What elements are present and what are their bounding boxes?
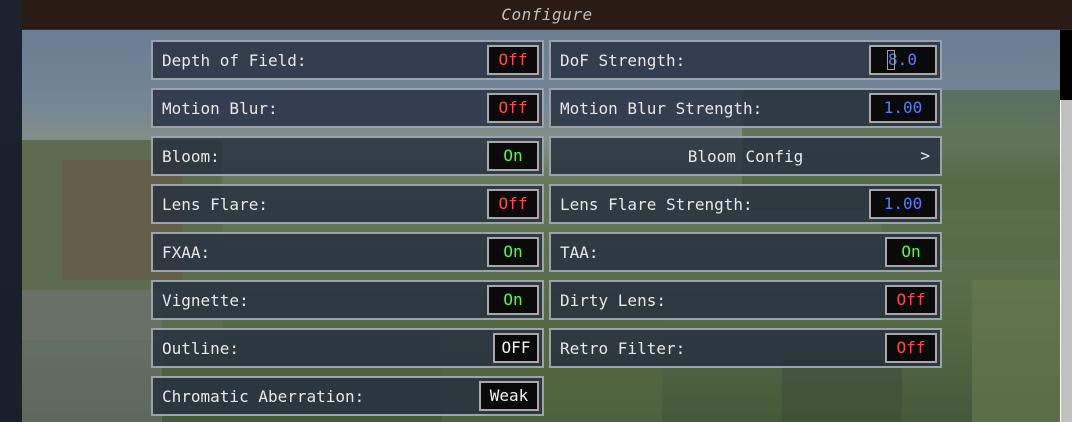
number-input[interactable]: 1.00 [869,93,937,123]
toggle-value[interactable]: On [487,141,539,171]
option-label: TAA: [560,243,599,262]
option-bloom[interactable]: Bloom: On [151,136,544,176]
button-label: Bloom Config [687,147,804,166]
toggle-value[interactable]: Off [487,45,539,75]
toggle-value[interactable]: Off [487,189,539,219]
option-motion-blur[interactable]: Motion Blur: Off [151,88,544,128]
option-vignette[interactable]: Vignette: On [151,280,544,320]
settings-screen: Configure Depth of Field: Off Motion Blu… [0,0,1072,422]
title-bar: Configure [22,0,1072,30]
option-label: Depth of Field: [162,51,307,70]
toggle-value[interactable]: On [885,237,937,267]
option-label: Dirty Lens: [560,291,666,310]
option-label: Lens Flare Strength: [560,195,753,214]
option-label: Retro Filter: [560,339,686,358]
toggle-value[interactable]: Off [885,285,937,315]
option-taa[interactable]: TAA: On [549,232,942,272]
option-lens-flare-strength[interactable]: Lens Flare Strength: 1.00 [549,184,942,224]
option-label: Vignette: [162,291,249,310]
option-label: Bloom: [162,147,220,166]
option-dirty-lens[interactable]: Dirty Lens: Off [549,280,942,320]
option-chromatic-aberration[interactable]: Chromatic Aberration: Weak [151,376,544,416]
option-label: DoF Strength: [560,51,686,70]
toggle-value[interactable]: OFF [493,333,539,363]
option-dof-strength[interactable]: DoF Strength: 8.0 [549,40,942,80]
select-value[interactable]: Weak [479,381,539,411]
left-edge-panel [0,0,22,422]
option-retro-filter[interactable]: Retro Filter: Off [549,328,942,368]
option-label: Outline: [162,339,240,358]
option-label: FXAA: [162,243,211,262]
toggle-value[interactable]: Off [487,93,539,123]
text-cursor [887,49,896,70]
toggle-value[interactable]: On [487,237,539,267]
toggle-value[interactable]: Off [885,333,937,363]
option-label: Chromatic Aberration: [162,387,365,406]
scrollbar-thumb[interactable] [1060,100,1072,422]
bloom-config-button[interactable]: Bloom Config > [549,136,942,176]
page-title: Configure [501,5,593,24]
option-label: Motion Blur Strength: [560,99,763,118]
number-input[interactable]: 8.0 [869,45,937,75]
option-fxaa[interactable]: FXAA: On [151,232,544,272]
option-outline[interactable]: Outline: OFF [151,328,544,368]
option-label: Motion Blur: [162,99,278,118]
toggle-value[interactable]: On [487,285,539,315]
option-lens-flare[interactable]: Lens Flare: Off [151,184,544,224]
number-input[interactable]: 1.00 [869,189,937,219]
option-motion-blur-strength[interactable]: Motion Blur Strength: 1.00 [549,88,942,128]
option-label: Lens Flare: [162,195,268,214]
option-depth-of-field[interactable]: Depth of Field: Off [151,40,544,80]
chevron-right-icon: > [920,146,930,165]
